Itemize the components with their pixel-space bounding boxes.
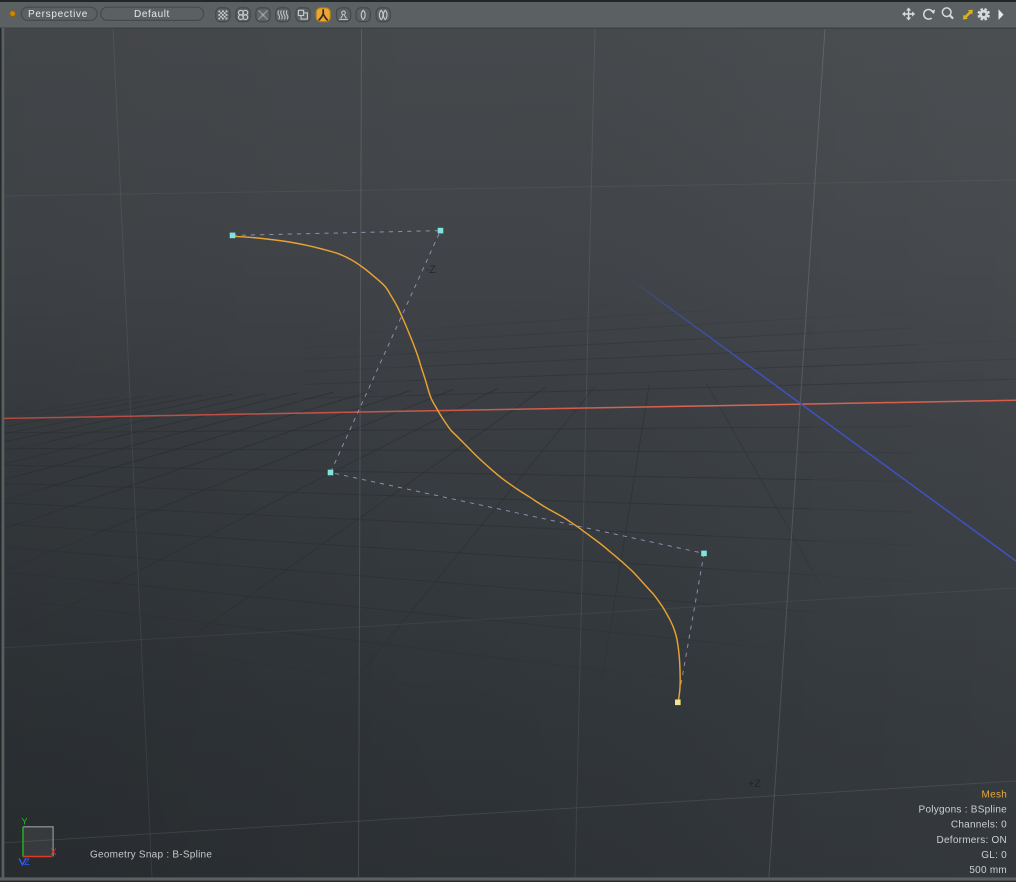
svg-text:Perspective: Perspective	[28, 9, 88, 20]
svg-text:-Z: -Z	[426, 264, 437, 276]
svg-text:Z: Z	[24, 857, 30, 867]
svg-text:500 mm: 500 mm	[969, 865, 1007, 876]
svg-text:Mesh: Mesh	[982, 790, 1007, 801]
svg-text:+Z: +Z	[748, 778, 761, 790]
svg-text:X: X	[50, 847, 56, 857]
svg-text:Polygons : BSpline: Polygons : BSpline	[919, 805, 1008, 816]
svg-text:GL: 0: GL: 0	[981, 850, 1007, 861]
svg-text:Deformers: ON: Deformers: ON	[937, 835, 1007, 846]
svg-text:Y: Y	[21, 817, 27, 827]
svg-text:Channels: 0: Channels: 0	[951, 820, 1007, 831]
svg-text:Geometry Snap : B-Spline: Geometry Snap : B-Spline	[90, 850, 212, 861]
svg-text:Default: Default	[134, 9, 170, 20]
